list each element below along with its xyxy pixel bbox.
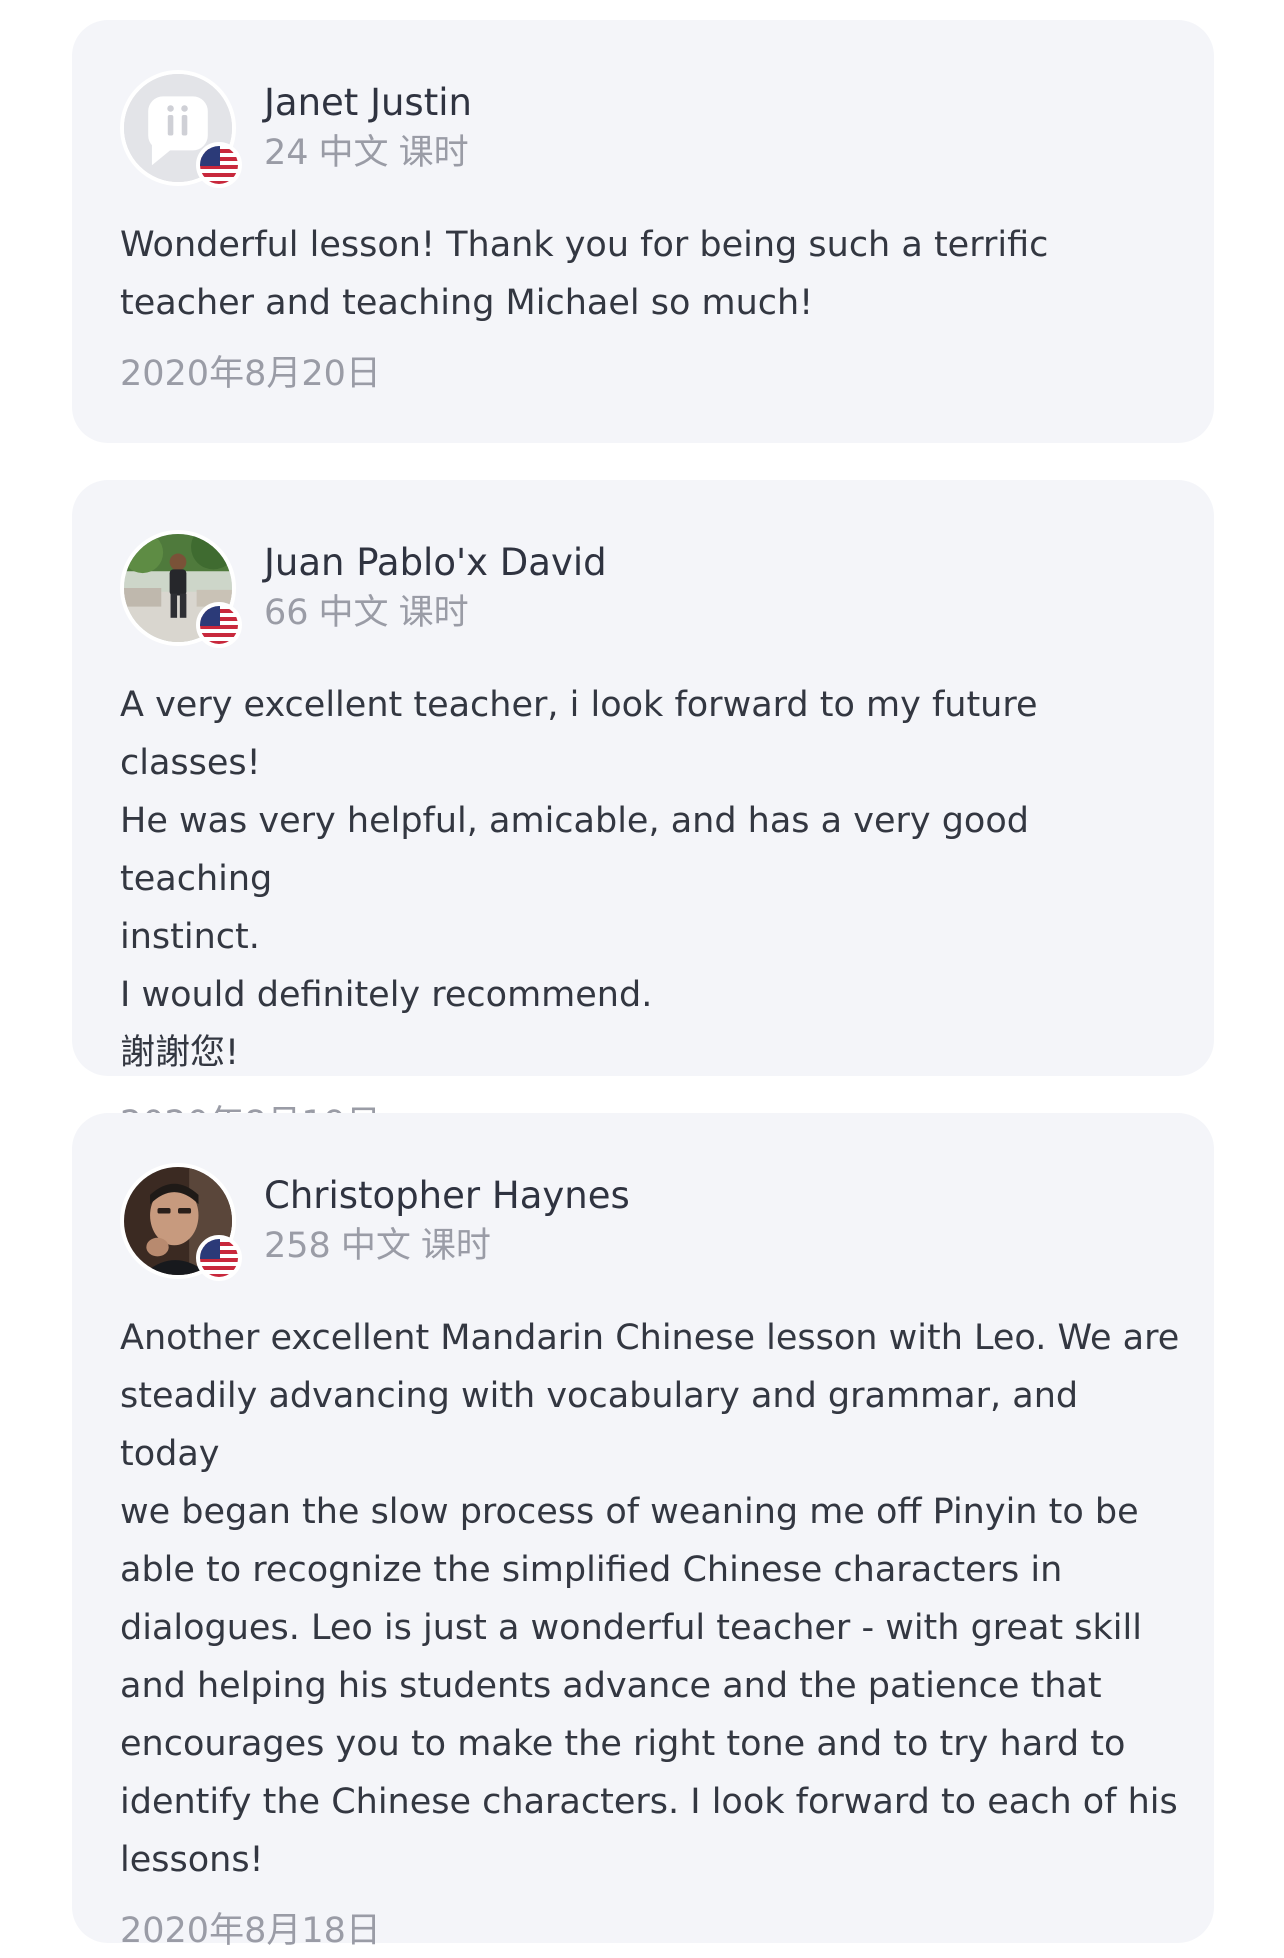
review-date: 2020年8月18日 bbox=[120, 1911, 381, 1951]
reviewer-meta: Janet Justin 24 中文 课时 bbox=[264, 79, 472, 177]
lesson-language: 中文 bbox=[318, 133, 389, 173]
review-date: 2020年8月20日 bbox=[120, 354, 381, 394]
reviewer-name[interactable]: Janet Justin bbox=[264, 79, 472, 127]
reviewer-meta: Juan Pablo'x David 66 中文 课时 bbox=[264, 539, 607, 637]
review-list: Janet Justin 24 中文 课时 Wonderful lesson! Th… bbox=[0, 0, 1284, 1958]
lesson-count-value: 24 bbox=[264, 133, 309, 173]
review-header: Janet Justin 24 中文 课时 bbox=[120, 68, 1166, 188]
review-text: Another excellent Mandarin Chinese lesso… bbox=[120, 1318, 1180, 1880]
avatar[interactable] bbox=[120, 1163, 242, 1281]
lesson-count-value: 258 bbox=[264, 1226, 331, 1266]
avatar[interactable] bbox=[120, 70, 242, 188]
avatar[interactable] bbox=[120, 530, 242, 648]
lesson-count: 66 中文 课时 bbox=[264, 589, 607, 637]
lesson-unit: 课时 bbox=[420, 1226, 491, 1266]
lesson-language: 中文 bbox=[340, 1226, 411, 1266]
review-header: Christopher Haynes 258 中文 课时 bbox=[120, 1161, 1166, 1281]
lesson-language: 中文 bbox=[318, 593, 389, 633]
us-flag-icon bbox=[196, 1235, 242, 1281]
review-header: Juan Pablo'x David 66 中文 课时 bbox=[120, 528, 1166, 648]
us-flag-icon bbox=[196, 602, 242, 648]
reviewer-meta: Christopher Haynes 258 中文 课时 bbox=[264, 1172, 630, 1270]
review-card: Juan Pablo'x David 66 中文 课时 A very excelle… bbox=[72, 480, 1214, 1144]
lesson-count-value: 66 bbox=[264, 593, 309, 633]
review-text: A very excellent teacher, i look forward… bbox=[120, 685, 1038, 1073]
lesson-count: 258 中文 课时 bbox=[264, 1222, 630, 1270]
review-text: Wonderful lesson! Thank you for being su… bbox=[120, 225, 1049, 323]
lesson-unit: 课时 bbox=[398, 133, 469, 173]
us-flag-icon bbox=[196, 142, 242, 188]
lesson-unit: 课时 bbox=[398, 593, 469, 633]
review-card: Christopher Haynes 258 中文 课时 Another excel… bbox=[72, 1113, 1214, 1951]
lesson-count: 24 中文 课时 bbox=[264, 129, 472, 177]
reviewer-name[interactable]: Christopher Haynes bbox=[264, 1172, 630, 1220]
reviewer-name[interactable]: Juan Pablo'x David bbox=[264, 539, 607, 587]
review-card: Janet Justin 24 中文 课时 Wonderful lesson! Th… bbox=[72, 20, 1214, 443]
